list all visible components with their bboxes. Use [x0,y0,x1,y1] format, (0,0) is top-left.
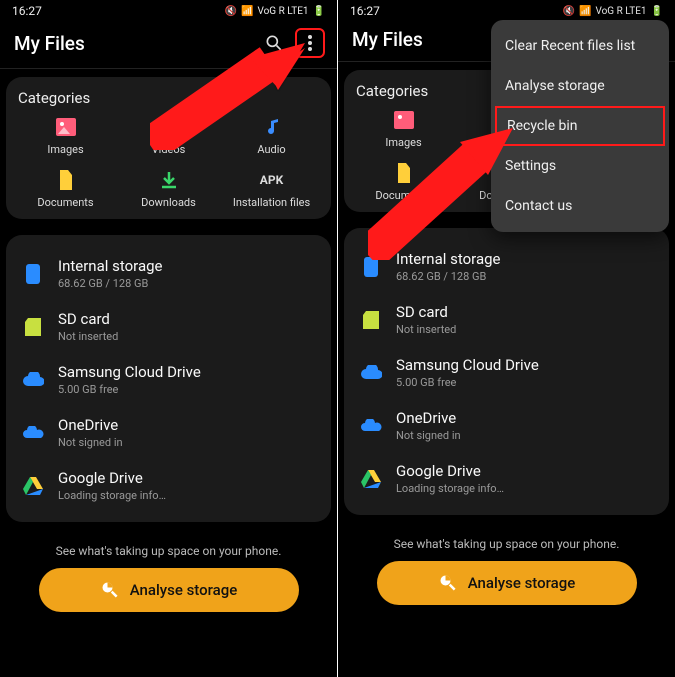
footer-hint: See what's taking up space on your phone… [0,544,337,558]
storage-internal[interactable]: Internal storage68.62 GB / 128 GB [352,240,661,293]
menu-analyse-storage[interactable]: Analyse storage [491,66,669,106]
status-time: 16:27 [350,4,380,18]
analyse-storage-button[interactable]: Analyse storage [377,561,637,605]
storage-googledrive[interactable]: Google DriveLoading storage info… [352,452,661,505]
categories-title: Categories [14,89,323,117]
category-label: Documents [375,189,431,202]
document-icon [55,170,77,190]
storage-title: Internal storage [58,257,163,275]
storage-onedrive[interactable]: OneDrive Not signed in [14,406,323,459]
category-label: Images [47,143,83,156]
storage-sub: Not inserted [58,330,118,343]
onedrive-icon [360,415,382,437]
status-time: 16:27 [12,4,42,18]
page-title: My Files [352,28,423,51]
storage-title: Samsung Cloud Drive [58,363,201,381]
page-title: My Files [14,32,85,55]
googledrive-icon [360,468,382,490]
storage-sub: Not signed in [58,436,123,449]
cloud-icon [360,362,382,384]
image-icon [393,110,415,130]
image-icon [55,117,77,137]
phone-left: 16:27 🔇📶VoG R LTE1🔋 My Files Categories … [0,0,337,677]
storage-internal[interactable]: Internal storage 68.62 GB / 128 GB [14,247,323,300]
document-icon [393,163,415,183]
category-documents[interactable]: Documents [14,170,117,209]
status-icons: 🔇📶VoG R LTE1🔋 [563,6,663,17]
cloud-icon [22,369,44,391]
storage-card: Internal storage 68.62 GB / 128 GB SD car… [6,235,331,522]
storage-card: Internal storage68.62 GB / 128 GB SD car… [344,228,669,515]
category-label: Documents [37,196,93,209]
storage-sdcard[interactable]: SD card Not inserted [14,300,323,353]
storage-googledrive[interactable]: Google Drive Loading storage info… [14,459,323,512]
category-videos[interactable]: Videos [117,117,220,156]
audio-icon [261,117,283,137]
statusbar: 16:27 🔇📶VoG R LTE1🔋 [0,0,337,22]
storage-samsung-cloud[interactable]: Samsung Cloud Drive 5.00 GB free [14,353,323,406]
category-images[interactable]: Images [352,110,455,149]
statusbar: 16:27 🔇📶VoG R LTE1🔋 [338,0,675,22]
category-downloads[interactable]: Downloads [117,170,220,209]
category-label: Videos [152,143,186,156]
categories-card: Categories Images Videos Audio Documents… [6,77,331,219]
status-icons: 🔇📶VoG R LTE1🔋 [225,6,325,17]
category-label: Images [385,136,421,149]
menu-contact-us[interactable]: Contact us [491,186,669,226]
header: My Files [0,22,337,69]
storage-samsung-cloud[interactable]: Samsung Cloud Drive5.00 GB free [352,346,661,399]
storage-onedrive[interactable]: OneDriveNot signed in [352,399,661,452]
onedrive-icon [22,422,44,444]
phone-icon [22,263,44,285]
googledrive-icon [22,475,44,497]
category-images[interactable]: Images [14,117,117,156]
category-audio[interactable]: Audio [220,117,323,156]
storage-title: Google Drive [58,469,166,487]
storage-sdcard[interactable]: SD cardNot inserted [352,293,661,346]
categories-grid: Images Videos Audio Documents Downloads … [14,117,323,209]
overflow-menu: Clear Recent files list Analyse storage … [491,20,669,232]
analyse-label: Analyse storage [468,574,576,592]
menu-clear-recent[interactable]: Clear Recent files list [491,26,669,66]
storage-sub: 5.00 GB free [58,383,201,396]
analyse-icon [438,573,458,593]
more-options-icon[interactable] [295,28,325,58]
category-apk[interactable]: APK Installation files [220,170,323,209]
storage-sub: 68.62 GB / 128 GB [58,277,163,290]
analyse-storage-button[interactable]: Analyse storage [39,568,299,612]
category-label: Downloads [141,196,196,209]
download-icon [158,170,180,190]
phone-right: 16:27 🔇📶VoG R LTE1🔋 My Files Categories … [338,0,675,677]
video-icon [158,117,180,137]
storage-title: OneDrive [58,416,123,434]
category-label: Installation files [233,196,310,209]
phone-icon [360,256,382,278]
sdcard-icon [22,316,44,338]
header-actions [259,28,325,58]
storage-title: SD card [58,310,118,328]
analyse-label: Analyse storage [130,581,238,599]
menu-recycle-bin[interactable]: Recycle bin [495,106,665,146]
sdcard-icon [360,309,382,331]
footer-hint: See what's taking up space on your phone… [338,537,675,551]
category-label: Audio [257,143,285,156]
menu-settings[interactable]: Settings [491,146,669,186]
storage-sub: Loading storage info… [58,489,166,502]
search-icon[interactable] [259,28,289,58]
category-documents[interactable]: Documents [352,163,455,202]
apk-icon: APK [261,170,283,190]
analyse-icon [100,580,120,600]
